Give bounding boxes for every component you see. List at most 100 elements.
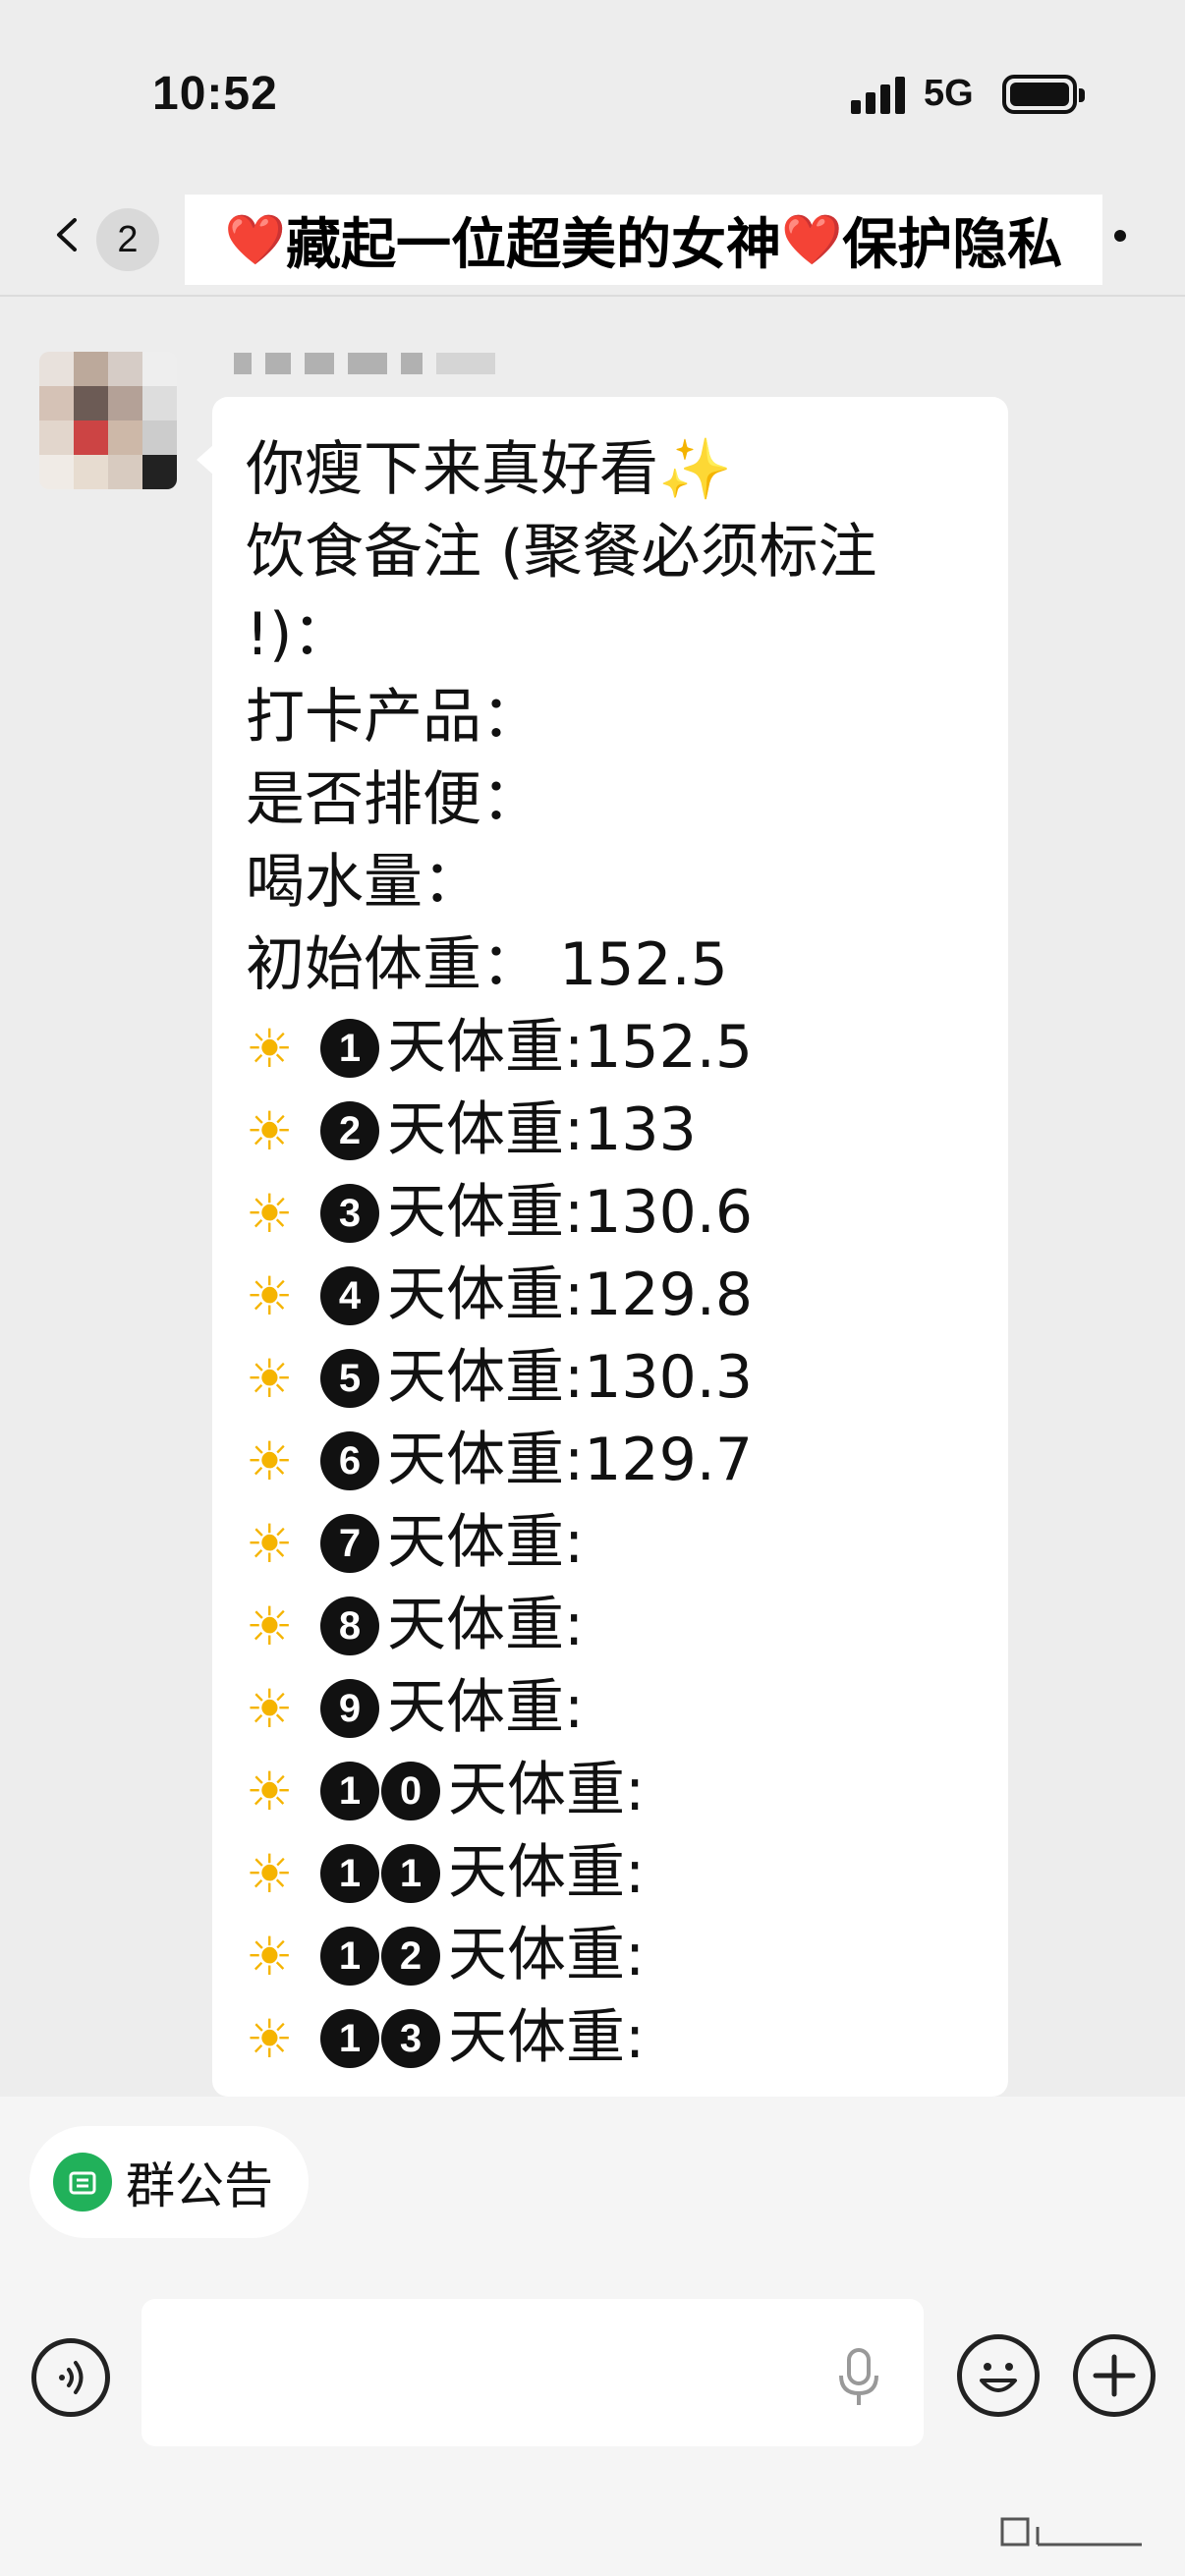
sun-icon: ☀ — [246, 1183, 294, 1245]
message-line: !)： — [246, 600, 352, 669]
daily-weight-line: ☀ 7 天体重: — [246, 1501, 975, 1584]
message-line: 初始体重： 152.5 — [246, 930, 728, 999]
day-number-badge: 3 — [381, 2009, 440, 2068]
day-weight-label: 天体重: — [448, 1921, 646, 1989]
day-number-badge: 1 — [320, 1927, 379, 1986]
chat-title[interactable]: ❤️ 藏起一位超美的女神 ❤️ 保护隐私 — [185, 195, 1102, 285]
daily-weight-line: ☀ 3 天体重:130.6 — [246, 1171, 975, 1254]
group-notice-label: 群公告 — [126, 2157, 273, 2214]
day-number-badge: 9 — [320, 1679, 379, 1738]
message-line-cutoff: ☀ — [246, 2079, 975, 2097]
sun-icon: ☀ — [246, 1018, 294, 1080]
day-weight-label: 天体重: — [387, 1013, 585, 1082]
day-weight-value: 130.6 — [584, 1178, 753, 1247]
day-weight-value: 152.5 — [584, 1013, 753, 1082]
status-time: 10:52 — [152, 68, 278, 120]
daily-weight-line: ☀ 1 0 天体重: — [246, 1749, 975, 1831]
emoji-icon[interactable] — [957, 2334, 1040, 2417]
message-line: 饮食备注 (聚餐必须标注 — [246, 518, 877, 587]
sun-icon: ☀ — [246, 1678, 294, 1740]
plus-icon[interactable] — [1073, 2334, 1156, 2417]
day-weight-label: 天体重: — [387, 1673, 585, 1742]
network-type: 5G — [924, 73, 974, 114]
day-number-badge: 5 — [320, 1349, 379, 1408]
watermark-icon — [1000, 2517, 1142, 2547]
group-notice-button[interactable]: 群公告 — [29, 2126, 309, 2238]
daily-weight-line: ☀ 4 天体重:129.8 — [246, 1254, 975, 1336]
sun-icon: ☀ — [246, 1100, 294, 1162]
day-number-badge: 1 — [320, 2009, 379, 2068]
more-dot-icon[interactable] — [1114, 230, 1126, 242]
daily-weight-line: ☀ 1 天体重:152.5 — [246, 1006, 975, 1089]
heart-icon: ❤️ — [781, 210, 843, 268]
message-line: 喝水量： — [246, 848, 481, 917]
sun-icon: ☀ — [246, 1761, 294, 1822]
input-row — [0, 2299, 1185, 2456]
sun-icon: ☀ — [246, 1348, 294, 1410]
sun-icon: ☀ — [246, 1926, 294, 1988]
battery-icon — [1002, 75, 1085, 114]
sparkle-icon: ✨ — [658, 435, 732, 504]
daily-weight-line: ☀ 9 天体重: — [246, 1666, 975, 1749]
daily-weight-line: ☀ 8 天体重: — [246, 1584, 975, 1666]
notice-icon — [53, 2153, 112, 2212]
day-weight-label: 天体重: — [387, 1508, 585, 1577]
daily-weight-line: ☀ 5 天体重:130.3 — [246, 1336, 975, 1419]
sun-icon: ☀ — [246, 2008, 294, 2070]
day-number-badge: 0 — [381, 1762, 440, 1820]
microphone-icon[interactable] — [837, 2348, 880, 2407]
day-weight-label: 天体重: — [387, 1095, 585, 1164]
day-weight-label: 天体重: — [387, 1260, 585, 1329]
day-number-badge: 2 — [381, 1927, 440, 1986]
day-number-badge: 2 — [320, 1101, 379, 1160]
day-number-badge: 1 — [381, 1844, 440, 1903]
sun-icon: ☀ — [246, 1513, 294, 1575]
sun-icon: ☀ — [246, 1596, 294, 1657]
day-weight-label: 天体重: — [387, 1591, 585, 1659]
sender-name-redacted — [234, 346, 686, 381]
day-weight-label: 天体重: — [387, 1426, 585, 1494]
day-weight-label: 天体重: — [448, 1756, 646, 1824]
chat-input-panel: 群公告 — [0, 2097, 1185, 2576]
chat-header: 2 ❤️ 藏起一位超美的女神 ❤️ 保护隐私 — [0, 187, 1185, 295]
unread-count-badge[interactable]: 2 — [96, 208, 159, 271]
chat-title-text-1: 藏起一位超美的女神 — [286, 212, 781, 277]
message-line-text: 你瘦下来真好看 — [246, 435, 658, 504]
signal-bars-icon — [851, 75, 908, 114]
day-number-badge: 8 — [320, 1596, 379, 1655]
day-weight-value: 130.3 — [584, 1343, 753, 1412]
daily-weight-line: ☀ 6 天体重:129.7 — [246, 1419, 975, 1501]
sun-icon: ☀ — [246, 1265, 294, 1327]
day-weight-value: 129.7 — [584, 1426, 753, 1494]
status-bar: 10:52 5G — [0, 0, 1185, 187]
daily-weight-line: ☀ 1 2 天体重: — [246, 1914, 975, 1996]
day-weight-label: 天体重: — [448, 1838, 646, 1907]
message-line: 是否排便： — [246, 765, 540, 834]
chevron-left-icon[interactable] — [51, 218, 85, 252]
avatar[interactable] — [39, 352, 177, 489]
day-number-badge: 1 — [320, 1019, 379, 1078]
daily-weight-line: ☀ 2 天体重:133 — [246, 1089, 975, 1171]
day-number-badge: 4 — [320, 1266, 379, 1325]
daily-weight-list: ☀ 1 天体重:152.5 ☀ 2 天体重:133 ☀ 3 天体重:130.6 ☀ 4 天体重:129… — [246, 1006, 975, 2079]
message-line: 你瘦下来真好看✨ — [246, 428, 975, 511]
sun-icon: ☀ — [246, 2081, 320, 2097]
day-number-badge: 1 — [320, 1844, 379, 1903]
day-number-badge: 3 — [320, 1184, 379, 1243]
heart-icon: ❤️ — [224, 210, 286, 268]
day-weight-label: 天体重: — [448, 2003, 646, 2072]
header-divider — [0, 295, 1185, 297]
chat-title-text-2: 保护隐私 — [842, 212, 1063, 277]
message-input[interactable] — [141, 2299, 924, 2446]
day-weight-label: 天体重: — [387, 1343, 585, 1412]
daily-weight-line: ☀ 1 3 天体重: — [246, 1996, 975, 2079]
day-number-badge: 6 — [320, 1431, 379, 1490]
day-weight-value: 129.8 — [584, 1260, 753, 1329]
day-weight-value: 133 — [584, 1095, 697, 1164]
sun-icon: ☀ — [246, 1843, 294, 1905]
sun-icon: ☀ — [246, 1430, 294, 1492]
message-line: 打卡产品： — [246, 683, 540, 752]
message-bubble[interactable]: 你瘦下来真好看✨ 饮食备注 (聚餐必须标注 !)： 打卡产品： 是否排便： 喝水… — [212, 397, 1008, 2097]
day-weight-label: 天体重: — [387, 1178, 585, 1247]
voice-icon[interactable] — [31, 2338, 110, 2417]
